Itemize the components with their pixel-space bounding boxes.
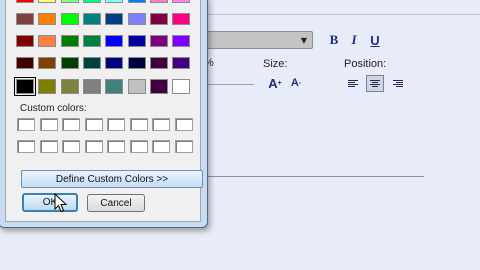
size-label: Size:: [263, 58, 288, 70]
color-swatch[interactable]: [38, 13, 57, 25]
font-name-dropdown[interactable]: ▼: [200, 31, 313, 49]
color-swatch[interactable]: [16, 0, 34, 3]
color-swatch[interactable]: [60, 35, 79, 47]
color-swatch[interactable]: [82, 57, 101, 69]
align-left-button[interactable]: [345, 75, 363, 92]
underline-button[interactable]: U: [367, 32, 383, 48]
custom-color-swatch[interactable]: [62, 140, 80, 153]
color-swatch[interactable]: [82, 79, 101, 94]
define-custom-colors-button[interactable]: Define Custom Colors >>: [21, 170, 203, 188]
color-swatch[interactable]: [16, 57, 34, 69]
minus-icon: -: [298, 79, 302, 87]
color-swatch[interactable]: [38, 57, 57, 69]
color-swatch[interactable]: [127, 0, 146, 3]
color-swatch[interactable]: [105, 35, 124, 47]
custom-color-swatch[interactable]: [84, 118, 103, 131]
custom-colors-label: Custom colors:: [20, 103, 87, 114]
color-swatch[interactable]: [149, 35, 168, 47]
color-swatch[interactable]: [149, 13, 168, 25]
ok-button[interactable]: OK: [22, 193, 78, 212]
color-swatch[interactable]: [82, 0, 101, 3]
cancel-button[interactable]: Cancel: [87, 194, 145, 212]
color-swatch[interactable]: [60, 13, 79, 25]
color-swatch[interactable]: [172, 13, 191, 25]
color-swatch[interactable]: [82, 35, 101, 47]
position-label: Position:: [344, 58, 387, 70]
color-swatch[interactable]: [149, 57, 168, 69]
color-swatch[interactable]: [127, 79, 146, 94]
color-swatch[interactable]: [105, 79, 124, 94]
color-swatch[interactable]: [38, 35, 57, 47]
mouse-cursor-icon: [54, 193, 68, 213]
custom-color-swatch[interactable]: [39, 140, 58, 153]
align-left-icon: [348, 80, 358, 81]
color-swatch[interactable]: [60, 0, 79, 3]
color-dialog-body: Custom colors: Define Custom Colors >> O…: [5, 0, 203, 222]
color-swatch[interactable]: [60, 79, 79, 94]
custom-color-swatch[interactable]: [39, 118, 58, 131]
custom-color-swatch[interactable]: [17, 118, 35, 131]
divider: [206, 14, 480, 15]
custom-color-swatch[interactable]: [107, 118, 125, 131]
color-swatch[interactable]: [172, 0, 191, 3]
custom-color-swatch[interactable]: [174, 140, 193, 153]
custom-color-swatch[interactable]: [107, 140, 125, 153]
align-right-icon: [393, 80, 403, 81]
plus-icon: +: [277, 79, 282, 87]
color-swatch[interactable]: [105, 0, 124, 3]
color-dialog: Custom colors: Define Custom Colors >> O…: [0, 0, 208, 228]
color-swatch[interactable]: [60, 57, 79, 69]
color-swatch[interactable]: [105, 57, 124, 69]
color-swatch[interactable]: [105, 13, 124, 25]
color-swatch[interactable]: [172, 79, 191, 94]
color-swatch[interactable]: [127, 35, 146, 47]
color-swatch[interactable]: [14, 77, 36, 96]
divider: [206, 84, 254, 85]
shrink-font-button[interactable]: A-: [288, 75, 304, 91]
chevron-down-icon[interactable]: ▼: [298, 34, 310, 46]
custom-color-swatch[interactable]: [17, 140, 35, 153]
color-swatch[interactable]: [16, 13, 34, 25]
custom-color-swatch[interactable]: [84, 140, 103, 153]
custom-color-swatch[interactable]: [62, 118, 80, 131]
custom-color-swatch[interactable]: [129, 140, 148, 153]
color-swatch[interactable]: [127, 57, 146, 69]
bold-button[interactable]: B: [326, 32, 342, 48]
shrink-font-icon: A: [290, 77, 299, 89]
custom-color-swatch[interactable]: [129, 118, 148, 131]
align-right-button[interactable]: [388, 75, 406, 92]
color-swatch[interactable]: [172, 57, 191, 69]
custom-color-swatch[interactable]: [152, 118, 170, 131]
custom-color-swatch[interactable]: [152, 140, 170, 153]
grow-font-icon: A: [268, 75, 278, 91]
custom-color-swatch[interactable]: [174, 118, 193, 131]
color-swatch[interactable]: [127, 13, 146, 25]
color-swatch[interactable]: [172, 35, 191, 47]
color-swatch[interactable]: [38, 0, 57, 3]
align-center-icon: [370, 80, 380, 81]
color-swatch[interactable]: [16, 35, 34, 47]
divider: [206, 176, 424, 177]
color-swatch[interactable]: [82, 13, 101, 25]
italic-button[interactable]: I: [346, 32, 362, 48]
align-center-button[interactable]: [366, 75, 384, 92]
color-swatch[interactable]: [38, 79, 57, 94]
grow-font-button[interactable]: A +: [266, 75, 284, 91]
color-swatch[interactable]: [149, 79, 168, 94]
color-swatch[interactable]: [149, 0, 168, 3]
